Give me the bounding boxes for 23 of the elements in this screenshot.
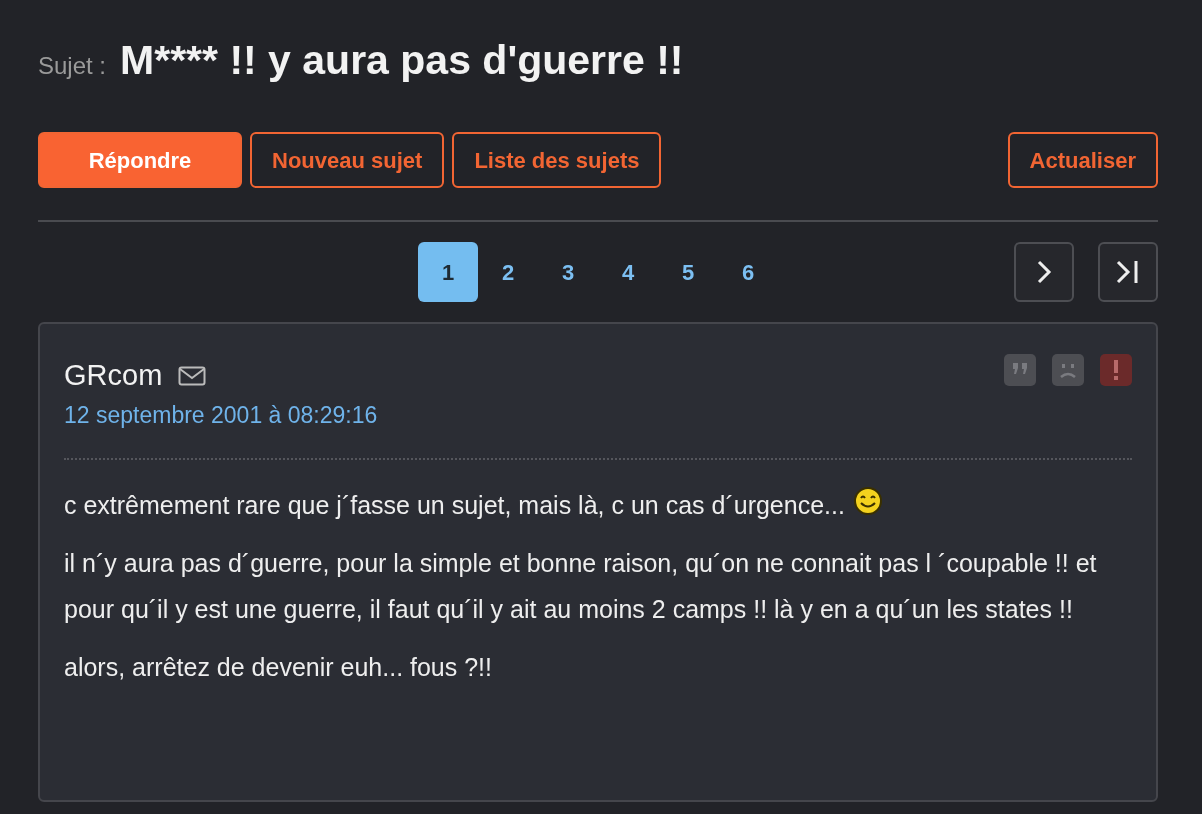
page-button[interactable]: 3 [538, 242, 598, 302]
last-page-button[interactable] [1098, 242, 1158, 302]
sad-face-icon[interactable] [1052, 354, 1084, 386]
page-button[interactable]: 2 [478, 242, 538, 302]
page-button[interactable]: 4 [598, 242, 658, 302]
topic-label: Sujet : [38, 51, 107, 81]
topic-button[interactable]: Liste des sujets [452, 132, 662, 188]
next-page-button[interactable] [1014, 242, 1074, 302]
skip-to-end-icon [1115, 259, 1141, 285]
exclamation-icon[interactable] [1100, 354, 1132, 386]
page-button[interactable]: 6 [718, 242, 778, 302]
page-button[interactable]: 5 [658, 242, 718, 302]
post-paragraph: alors, arrêtez de devenir euh... fous ?!! [64, 652, 492, 683]
page-button[interactable]: 1 [418, 242, 478, 302]
author-name: GRcom [64, 358, 163, 393]
post-paragraph: il n´y aura pas d´guerre, pour la simple et bonne raison, qu´on ne connait pas l ´coupable !! et pour qu´il y est une guerre, il faut qu´il y ait au moins 2 camps !! là y en a qu´un les states !! [64, 548, 1098, 625]
quote-icon[interactable] [1004, 354, 1036, 386]
topic-title: M**** !! y aura pas d'guerre !! [120, 38, 684, 84]
refresh-button[interactable]: Actualiser [1007, 132, 1158, 188]
post-paragraph: c extrêmement rare que j´fasse un sujet, mais là, c un cas d´urgence... [64, 490, 845, 521]
mail-icon[interactable] [178, 365, 207, 386]
post-date: 12 septembre 2001 à 08:29:16 [64, 400, 378, 430]
topic-button[interactable]: Nouveau sujet [250, 132, 445, 188]
